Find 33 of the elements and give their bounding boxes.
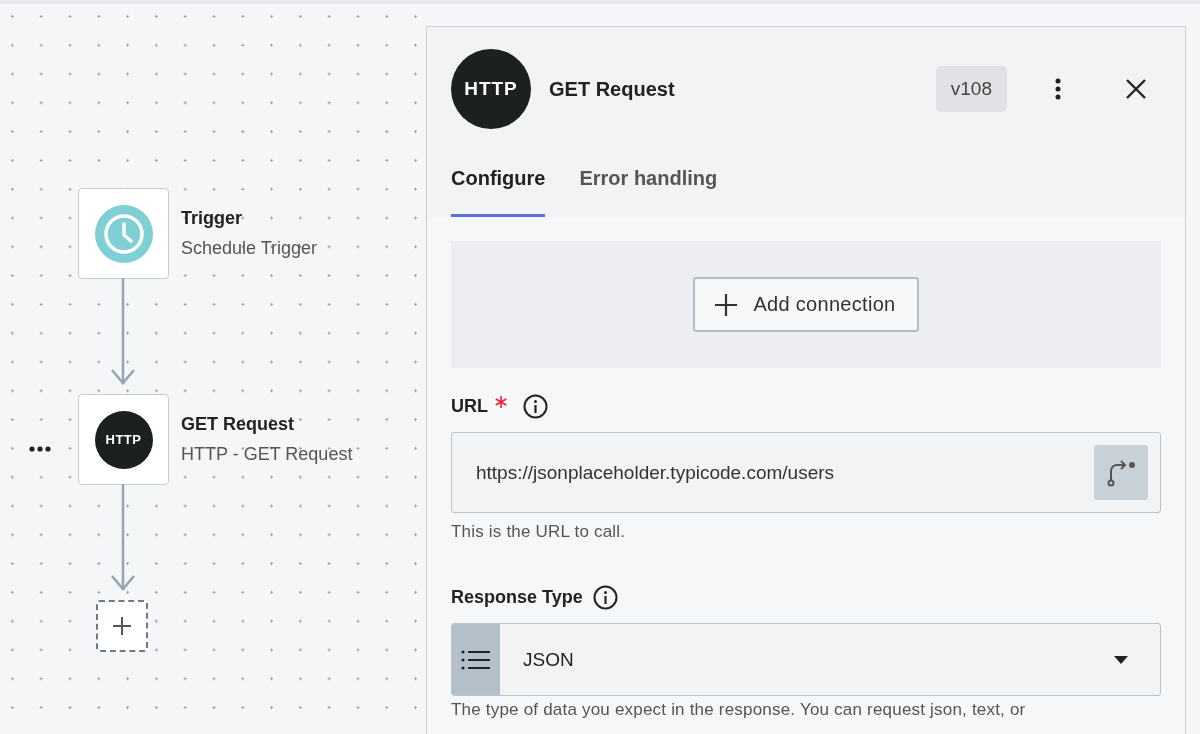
node-card[interactable] (78, 188, 169, 279)
list-icon (461, 649, 491, 670)
field-hint: The type of data you expect in the response. You can request json, text, or (451, 700, 1027, 720)
url-input-field[interactable]: https://jsonplaceholder.typicode.com/users (451, 432, 1161, 513)
caret-icon (1114, 655, 1128, 664)
close-button[interactable] (1125, 78, 1147, 100)
node-subtitle: HTTP - GET Request (181, 444, 353, 465)
clock-icon (94, 204, 153, 263)
node-card[interactable]: HTTP (78, 394, 169, 485)
node-title: GET Request (181, 414, 296, 435)
field-label: Response Type (451, 587, 583, 608)
tab[interactable]: Error handling (579, 167, 718, 217)
response-type-dropdown[interactable]: JSON (451, 623, 1161, 696)
field-hint: This is the URL to call. (451, 522, 627, 542)
info-icon[interactable] (523, 394, 548, 419)
more-options-button[interactable] (1055, 78, 1061, 100)
version-label: v108 (935, 66, 1007, 112)
http-logo: HTTP (94, 410, 153, 469)
close-icon (1125, 78, 1147, 100)
http-logo: HTTP (451, 49, 531, 129)
kebab-icon (1055, 78, 1061, 100)
info-icon[interactable] (592, 585, 618, 610)
node-subtitle: Schedule Trigger (181, 238, 318, 259)
add-step-button[interactable] (96, 600, 148, 652)
more-icon[interactable] (29, 446, 51, 452)
panel-title: GET Request (549, 77, 676, 101)
plus-icon (715, 293, 738, 316)
add-connection-button[interactable]: Add connection (693, 277, 919, 332)
node-title: Trigger (181, 208, 243, 229)
variable-button[interactable] (1094, 445, 1148, 500)
tab[interactable]: Configure (451, 167, 546, 217)
plus-icon (112, 616, 132, 636)
field-label: URL (451, 396, 488, 417)
